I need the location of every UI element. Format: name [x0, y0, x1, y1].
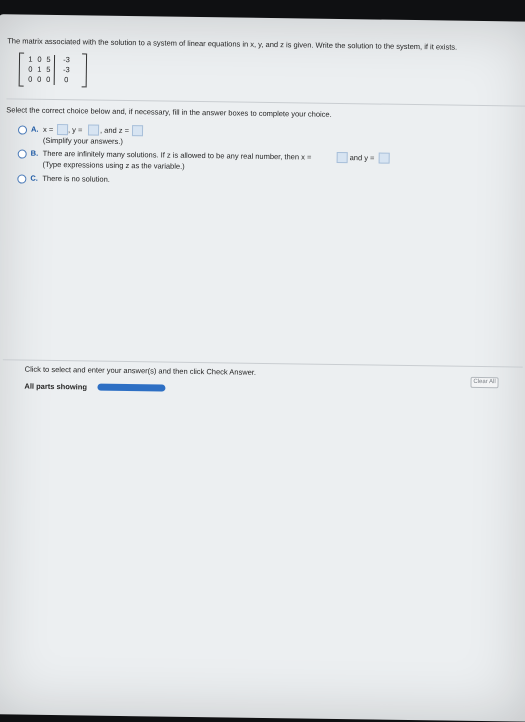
y-answer-box[interactable] [87, 124, 100, 136]
x-answer-box[interactable] [56, 124, 69, 136]
augmented-matrix: 1 0 5 -3 0 1 5 -3 0 0 0 0 [18, 52, 88, 88]
choice-a-x-label: x = [42, 124, 54, 134]
clear-all-button[interactable]: Clear All [470, 376, 499, 389]
choice-b-note: (Type expressions using z as the variabl… [42, 159, 185, 171]
choice-b-and-y: and y = [349, 153, 375, 163]
matrix-row: 0 0 0 0 [28, 74, 69, 86]
footer-hint: Click to select and enter your answer(s)… [24, 364, 257, 377]
parts-status: All parts showing [24, 381, 88, 392]
matrix-row: 1 0 5 -3 [28, 54, 70, 66]
choice-b-radio[interactable] [17, 149, 27, 159]
choice-c-radio[interactable] [17, 174, 27, 184]
choice-c-letter: C. [30, 173, 38, 183]
instruction: Select the correct choice below and, if … [6, 105, 332, 119]
choice-b-letter: B. [30, 148, 39, 158]
choice-a-note: (Simplify your answers.) [42, 135, 123, 146]
choice-a-z-label: , and z = [99, 125, 130, 136]
x-expression-box[interactable] [336, 151, 348, 164]
divider [6, 98, 525, 107]
choice-c-text: There is no solution. [42, 173, 110, 184]
viewport: The matrix associated with the solution … [0, 0, 525, 722]
choice-a-radio[interactable] [17, 125, 28, 135]
z-answer-box[interactable] [131, 125, 144, 137]
question-panel: The matrix associated with the solution … [0, 14, 525, 722]
question-prompt: The matrix associated with the solution … [7, 36, 458, 52]
choice-a-letter: A. [30, 124, 39, 134]
choice-a-y-label: , y = [67, 125, 83, 135]
y-expression-box[interactable] [378, 152, 390, 164]
matrix-row: 0 1 5 -3 [28, 64, 70, 76]
parts-progress-bar [97, 383, 166, 392]
